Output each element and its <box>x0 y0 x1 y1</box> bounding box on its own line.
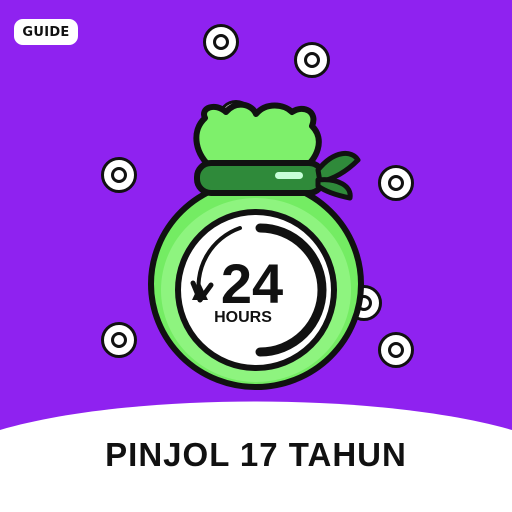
app-title: PINJOL 17 TAHUN <box>105 436 407 473</box>
app-icon: GUIDE 24 HOURS PINJOL 17 TAHUN <box>0 0 512 512</box>
